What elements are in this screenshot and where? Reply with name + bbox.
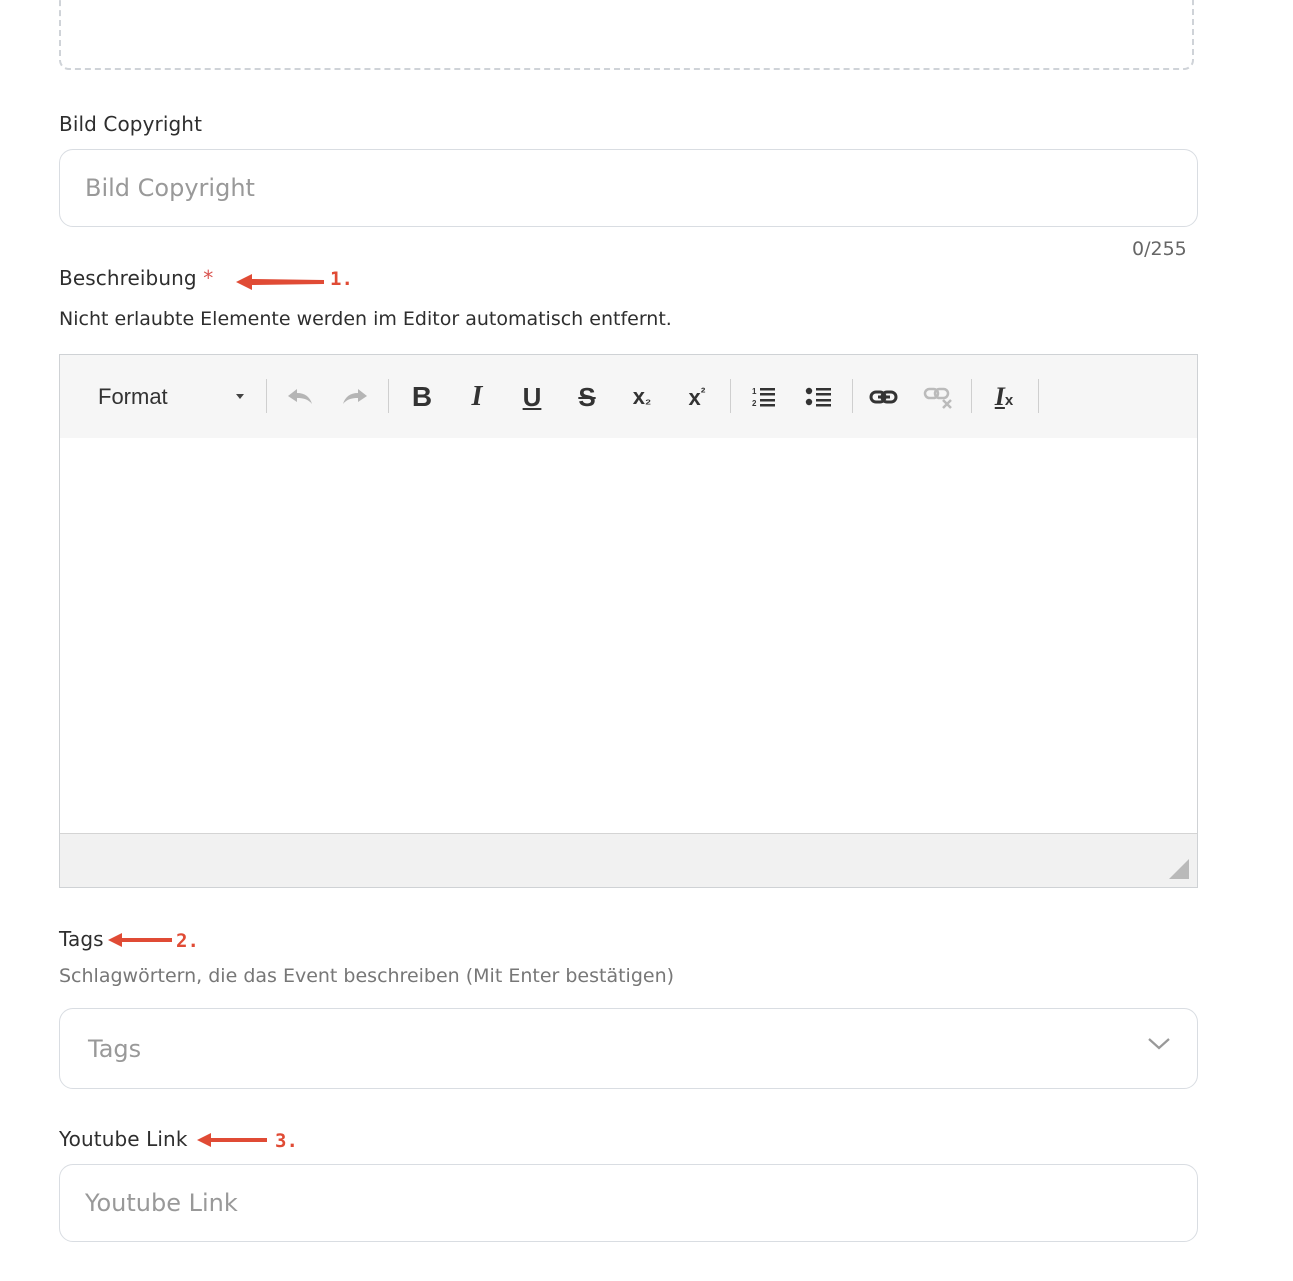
strikethrough-icon: S [578, 381, 596, 412]
beschreibung-label: Beschreibung * [59, 266, 213, 290]
youtube-link-placeholder: Youtube Link [85, 1189, 238, 1217]
subscript-button[interactable]: x₂ [622, 379, 662, 415]
unlink-button[interactable] [919, 379, 959, 415]
tags-hint: Schlagwörtern, die das Event beschreiben… [59, 965, 675, 987]
remove-format-base: I [994, 382, 1005, 411]
editor-footer [60, 833, 1197, 887]
redo-button[interactable] [335, 379, 375, 415]
caret-down-icon [236, 394, 244, 399]
superscript-mark: ² [700, 383, 706, 400]
undo-icon [288, 389, 312, 404]
numbered-list-icon: 1 2 [752, 387, 775, 408]
editor-content-area[interactable] [60, 438, 1197, 834]
annotation-number: 1. [330, 268, 353, 290]
link-button[interactable] [864, 379, 904, 415]
undo-button[interactable] [280, 379, 320, 415]
beschreibung-note: Nicht erlaubte Elemente werden im Editor… [59, 308, 672, 330]
superscript-base: x [688, 384, 701, 410]
bild-copyright-input[interactable]: Bild Copyright [59, 149, 1198, 227]
image-dropzone[interactable] [59, 0, 1194, 70]
bulleted-list-button[interactable] [799, 379, 839, 415]
chevron-down-icon[interactable] [1147, 1037, 1171, 1051]
unlink-icon [923, 387, 952, 409]
redo-icon [343, 389, 367, 404]
youtube-link-input[interactable]: Youtube Link [59, 1164, 1198, 1242]
subscript-base: x [632, 384, 645, 409]
subscript-mark: ₂ [645, 391, 652, 407]
bild-copyright-label: Bild Copyright [59, 112, 203, 136]
italic-button[interactable]: I [457, 379, 497, 415]
bild-copyright-placeholder: Bild Copyright [85, 174, 255, 202]
link-icon [869, 390, 898, 404]
tags-select[interactable]: Tags [59, 1008, 1198, 1089]
remove-format-icon: Ix [995, 382, 1013, 412]
format-dropdown[interactable]: Format [88, 379, 278, 415]
required-asterisk: * [203, 266, 214, 290]
annotation-arrow-icon [108, 933, 172, 947]
strikethrough-button[interactable]: S [567, 379, 607, 415]
remove-format-x: x [1004, 392, 1014, 409]
remove-format-button[interactable]: Ix [984, 379, 1024, 415]
bulleted-list-icon [805, 387, 831, 407]
beschreibung-label-text: Beschreibung [59, 266, 197, 290]
annotation-arrow-icon [236, 274, 324, 290]
svg-text:1: 1 [752, 387, 757, 396]
subscript-icon: x₂ [633, 384, 651, 410]
underline-button[interactable]: U [512, 379, 552, 415]
rich-text-editor[interactable]: Format B I U S x₂ x² 1 2 Ix [59, 354, 1198, 888]
superscript-icon: x² [689, 384, 706, 411]
annotation-number: 2. [176, 930, 199, 952]
bold-icon: B [411, 381, 433, 412]
tags-placeholder: Tags [88, 1034, 142, 1063]
character-counter: 0/255 [1132, 238, 1187, 260]
tags-label: Tags [59, 927, 104, 951]
svg-text:2: 2 [752, 399, 757, 408]
annotation-arrow-icon [197, 1133, 267, 1147]
underline-icon: U [522, 381, 542, 412]
format-dropdown-label: Format [98, 384, 168, 409]
bold-button[interactable]: B [402, 379, 442, 415]
resize-handle-icon[interactable] [1169, 859, 1189, 879]
numbered-list-button[interactable]: 1 2 [744, 379, 784, 415]
superscript-button[interactable]: x² [677, 379, 717, 415]
editor-toolbar: Format B I U S x₂ x² 1 2 Ix [60, 355, 1197, 439]
youtube-link-label: Youtube Link [59, 1127, 188, 1151]
italic-icon: I [471, 381, 483, 412]
annotation-number: 3. [275, 1130, 298, 1152]
